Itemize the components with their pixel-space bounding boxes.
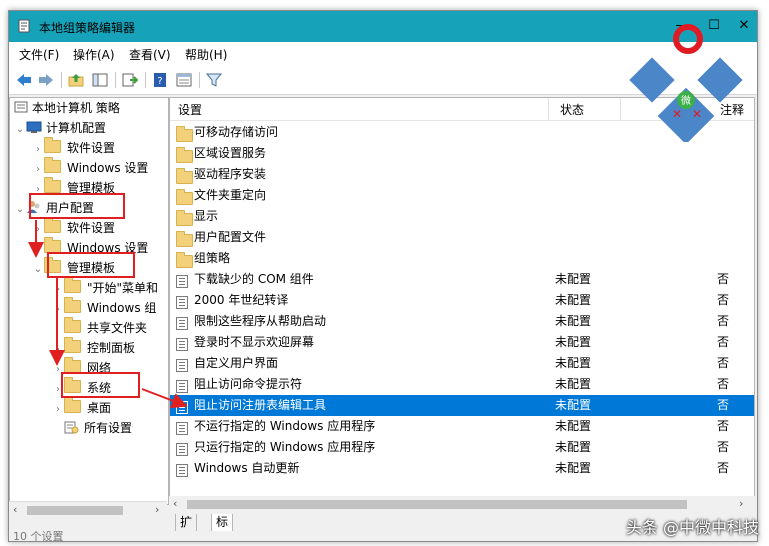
watermark-logo-char: 微 [681,94,691,107]
watermark-logo: 微 ✕ ✕ [629,24,743,142]
watermark-text: 头条 @中微中科技 [625,518,759,537]
svg-text:✕: ✕ [672,107,682,121]
svg-text:✕: ✕ [692,107,702,121]
arrow-to-policy [141,388,188,409]
